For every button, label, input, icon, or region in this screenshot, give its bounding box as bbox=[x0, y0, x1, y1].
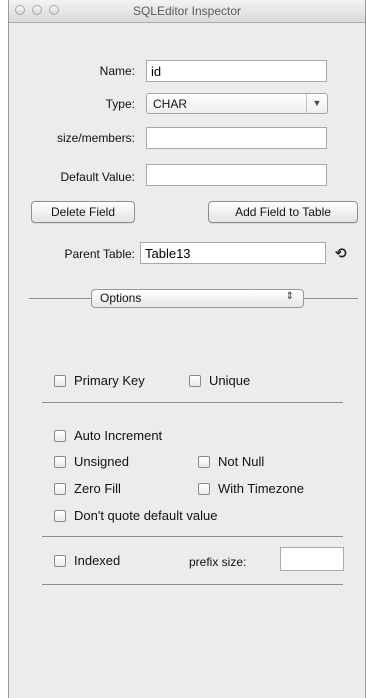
checkbox-icon bbox=[189, 374, 201, 387]
unsigned-checkbox[interactable]: Unsigned bbox=[54, 454, 129, 469]
checkbox-icon bbox=[54, 455, 66, 468]
name-field[interactable] bbox=[146, 60, 327, 82]
refresh-icon[interactable]: ⟲ bbox=[335, 245, 347, 262]
name-label: Name: bbox=[99, 64, 135, 78]
indexed-label: Indexed bbox=[74, 553, 121, 568]
options-divider-right bbox=[304, 298, 358, 299]
checkbox-icon bbox=[54, 482, 66, 495]
zero-fill-checkbox[interactable]: Zero Fill bbox=[54, 481, 121, 496]
checkbox-icon bbox=[54, 429, 66, 442]
checkbox-icon bbox=[198, 455, 210, 468]
options-popup-label: Options bbox=[100, 291, 142, 305]
options-popup[interactable]: Options ⇕ bbox=[91, 289, 304, 308]
prefix-size-label: prefix size: bbox=[189, 555, 247, 569]
not-null-label: Not Null bbox=[218, 454, 265, 469]
primary-key-label: Primary Key bbox=[74, 373, 145, 388]
auto-increment-checkbox[interactable]: Auto Increment bbox=[54, 428, 162, 443]
checkbox-icon bbox=[54, 509, 66, 522]
checkbox-icon bbox=[54, 554, 66, 567]
prefix-size-field[interactable] bbox=[280, 547, 344, 571]
delete-field-button[interactable]: Delete Field bbox=[31, 201, 135, 223]
section-divider bbox=[42, 402, 343, 403]
primary-key-checkbox[interactable]: Primary Key bbox=[54, 373, 145, 388]
with-timezone-label: With Timezone bbox=[218, 481, 304, 496]
section-divider bbox=[42, 584, 343, 585]
parent-table-field[interactable] bbox=[140, 242, 326, 264]
add-field-to-table-button[interactable]: Add Field to Table bbox=[208, 201, 358, 223]
chevron-down-icon: ▼ bbox=[306, 94, 327, 113]
window-title: SQLEditor Inspector bbox=[132, 4, 242, 18]
default-value-field[interactable] bbox=[146, 164, 327, 186]
parent-table-label: Parent Table: bbox=[64, 247, 136, 261]
unsigned-label: Unsigned bbox=[74, 454, 129, 469]
unique-label: Unique bbox=[209, 373, 251, 388]
inspector-window: SQLEditor Inspector Name: Type: CHAR ▼ s… bbox=[8, 0, 366, 698]
title-bar: SQLEditor Inspector bbox=[9, 0, 365, 23]
checkbox-icon bbox=[54, 374, 66, 387]
indexed-checkbox[interactable]: Indexed bbox=[54, 553, 120, 568]
zero-fill-label: Zero Fill bbox=[74, 481, 121, 496]
up-down-arrows-icon: ⇕ bbox=[285, 291, 294, 302]
dont-quote-default-label: Don't quote default value bbox=[74, 508, 218, 523]
size-members-label: size/members: bbox=[56, 131, 135, 145]
checkbox-icon bbox=[198, 482, 210, 495]
dont-quote-default-checkbox[interactable]: Don't quote default value bbox=[54, 508, 217, 523]
default-value-label: Default Value: bbox=[60, 170, 136, 184]
type-select[interactable]: CHAR ▼ bbox=[146, 93, 328, 114]
unique-checkbox[interactable]: Unique bbox=[189, 373, 250, 388]
not-null-checkbox[interactable]: Not Null bbox=[198, 454, 264, 469]
section-divider bbox=[42, 536, 343, 537]
with-timezone-checkbox[interactable]: With Timezone bbox=[198, 481, 304, 496]
size-members-field[interactable] bbox=[146, 127, 327, 149]
type-select-value: CHAR bbox=[153, 97, 188, 111]
auto-increment-label: Auto Increment bbox=[74, 428, 163, 443]
options-divider-left bbox=[29, 298, 91, 299]
type-label: Type: bbox=[105, 97, 135, 111]
